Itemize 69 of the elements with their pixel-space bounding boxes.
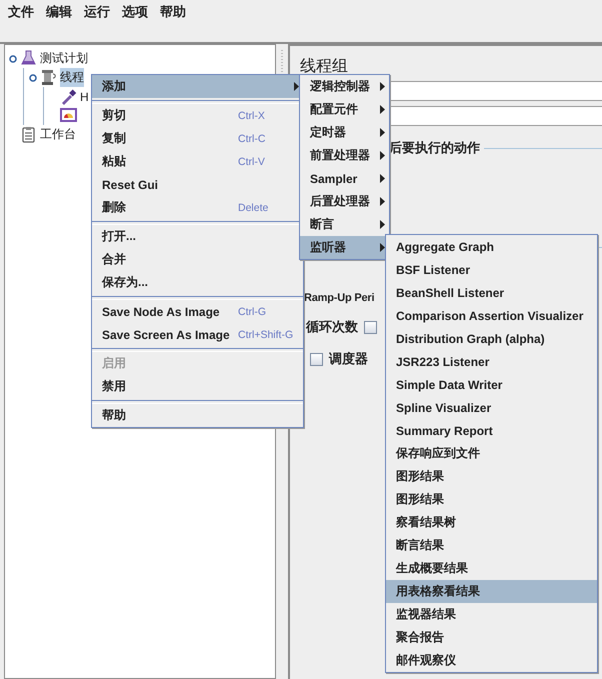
shortcut-label: Ctrl+Shift-G [238,328,294,340]
spool-icon [40,69,57,86]
menu-item[interactable]: 打开... [92,225,303,248]
menu-bar-item[interactable]: 选项 [116,1,154,23]
shortcut-label: Ctrl-X [238,110,265,122]
shortcut-label: Ctrl-C [238,132,266,144]
menu-item[interactable]: Aggregate Graph [386,235,597,258]
menu-item[interactable]: 图形结果 [386,488,597,511]
menu-bar-item[interactable]: 运行 [78,1,116,23]
menu-item[interactable]: 后置处理器 [300,190,389,213]
menu-item[interactable]: 粘贴 Ctrl-V [92,150,303,173]
shortcut-label: Ctrl-G [238,306,266,318]
menu-bar-item[interactable]: 文件 [2,1,40,23]
menu-item[interactable]: 邮件观察仪 [386,649,597,672]
panel-title: 线程组 [300,56,349,77]
menu-item[interactable]: Simple Data Writer [386,373,597,396]
menu-item[interactable]: BSF Listener [386,258,597,281]
gauge-icon [60,107,77,124]
menu-item[interactable]: JSR223 Listener [386,350,597,373]
menu-bar-item[interactable]: 帮助 [154,1,192,23]
comment-field[interactable] [390,106,602,126]
menu-item[interactable]: 保存为... [92,271,303,294]
menu-bar-item[interactable]: 编辑 [40,1,78,23]
menu-item[interactable]: 逻辑控制器 [300,75,389,98]
menu-item[interactable]: Comparison Assertion Visualizer [386,304,597,327]
menu-item[interactable]: 监视器结果 [386,603,597,626]
tree-node[interactable]: H [80,88,89,104]
name-field[interactable] [390,81,602,101]
checkbox[interactable] [310,352,323,366]
menu-item[interactable]: 复制 Ctrl-C [92,127,303,150]
field-label: Ramp-Up Peri [304,292,374,304]
menu-item[interactable]: 断言结果 [386,534,597,557]
menu-item[interactable]: 剪切 Ctrl-X [92,104,303,127]
menu-item[interactable]: Spline Visualizer [386,396,597,419]
field-label: 循环次数 [306,318,358,336]
menu-item[interactable]: 察看结果树 [386,511,597,534]
menu-item[interactable]: 删除 Delete [92,196,303,219]
menu-item[interactable]: 配置元件 [300,98,389,121]
tree-node[interactable]: 工作台 [40,125,76,144]
menu-item[interactable]: 前置处理器 [300,144,389,167]
shortcut-label: Delete [238,202,268,214]
tree-node[interactable]: 线程 [60,68,84,87]
menu-item[interactable]: 禁用 [92,375,303,398]
group-label: 后要执行的动作 [389,139,602,157]
menu-item[interactable]: Reset Gui [92,173,303,196]
dropper-icon [60,88,77,105]
expand-handle-icon[interactable] [29,74,37,82]
tree-node[interactable]: 测试计划 [40,49,88,68]
menu-item[interactable]: 生成概要结果 [386,557,597,580]
menu-item[interactable]: Sampler [300,167,389,190]
menu-item[interactable]: 图形结果 [386,465,597,488]
menu-item[interactable]: Summary Report [386,419,597,442]
menu-item[interactable]: 定时器 [300,121,389,144]
checkbox-label: 调度器 [329,350,368,368]
menu-item[interactable]: 帮助 [92,404,303,427]
menu-item[interactable]: BeanShell Listener [386,281,597,304]
menu-item[interactable]: Distribution Graph (alpha) [386,327,597,350]
menu-item[interactable]: 断言 [300,213,389,236]
menu-item[interactable]: Save Node As Image Ctrl-G [92,300,303,323]
menu-item[interactable]: 保存响应到文件 [386,442,597,465]
flask-icon [20,50,37,67]
checkbox[interactable] [364,320,377,334]
menu-item[interactable]: 用表格察看结果 [386,580,597,603]
expand-handle-icon[interactable] [9,54,17,62]
menu-item[interactable]: Save Screen As Image Ctrl+Shift-G [92,323,303,346]
menu-item[interactable]: 合并 [92,248,303,271]
clipboard-icon [20,126,37,143]
menu-item[interactable]: 聚合报告 [386,626,597,649]
shortcut-label: Ctrl-V [238,156,265,168]
